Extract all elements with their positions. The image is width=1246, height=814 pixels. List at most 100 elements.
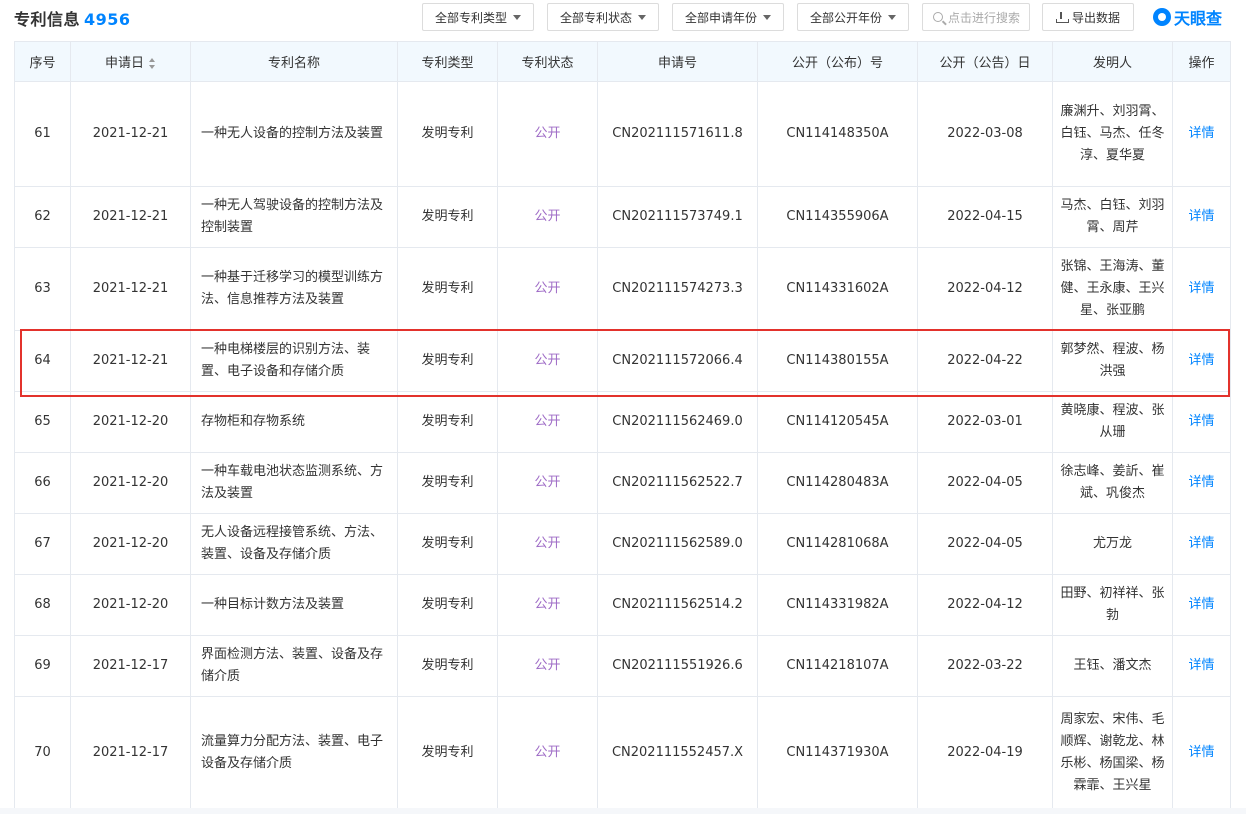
detail-link[interactable]: 详情 [1172, 186, 1231, 248]
table-row: 68 2021-12-20 一种目标计数方法及装置 发明专利 公开 CN2021… [14, 574, 1231, 636]
table-header-row: 序号 申请日 专利名称 专利类型 专利状态 申请号 公开（公布）号 公开（公告）… [14, 41, 1231, 82]
col-header-status: 专利状态 [497, 41, 598, 82]
filter-publication-year[interactable]: 全部公开年份 [797, 3, 909, 31]
page-bottom-edge [0, 808, 1246, 814]
cell-status: 公开 [497, 391, 598, 453]
filter-patent-status[interactable]: 全部专利状态 [547, 3, 659, 31]
cell-status: 公开 [497, 81, 598, 187]
filter-application-year[interactable]: 全部申请年份 [672, 3, 784, 31]
cell-no: 63 [14, 247, 71, 331]
cell-app-no: CN202111552457.X [597, 696, 758, 809]
cell-type: 发明专利 [397, 391, 498, 453]
cell-date: 2021-12-21 [70, 330, 191, 392]
cell-type: 发明专利 [397, 452, 498, 514]
sort-icon[interactable] [149, 58, 156, 69]
table-row: 62 2021-12-21 一种无人驾驶设备的控制方法及控制装置 发明专利 公开… [14, 186, 1231, 248]
col-header-pub-date: 公开（公告）日 [917, 41, 1053, 82]
cell-pub-date: 2022-04-22 [917, 330, 1053, 392]
cell-inventors: 廉渊升、刘羽霄、白钰、马杰、任冬淳、夏华夏 [1052, 81, 1173, 187]
cell-date: 2021-12-20 [70, 513, 191, 575]
cell-inventors: 田野、初祥祥、张勃 [1052, 574, 1173, 636]
cell-status: 公开 [497, 186, 598, 248]
detail-link[interactable]: 详情 [1172, 574, 1231, 636]
detail-link[interactable]: 详情 [1172, 452, 1231, 514]
col-header-date[interactable]: 申请日 [70, 41, 191, 82]
cell-type: 发明专利 [397, 186, 498, 248]
filter-patent-type[interactable]: 全部专利类型 [422, 3, 534, 31]
cell-app-no: CN202111571611.8 [597, 81, 758, 187]
cell-pub-no: CN114331982A [757, 574, 918, 636]
cell-pub-date: 2022-03-22 [917, 635, 1053, 697]
filter-label: 全部专利状态 [559, 10, 632, 25]
toolbar: 专利信息 4956 全部专利类型 全部专利状态 全部申请年份 全部公开年份 点击进… [0, 0, 1246, 36]
cell-no: 70 [14, 696, 71, 809]
cell-pub-date: 2022-04-05 [917, 513, 1053, 575]
detail-link[interactable]: 详情 [1172, 330, 1231, 392]
chevron-down-icon [888, 14, 896, 20]
detail-link[interactable]: 详情 [1172, 696, 1231, 809]
cell-pub-no: CN114331602A [757, 247, 918, 331]
cell-type: 发明专利 [397, 330, 498, 392]
cell-name: 无人设备远程接管系统、方法、装置、设备及存储介质 [190, 513, 398, 575]
patent-count: 4956 [84, 10, 131, 29]
cell-name: 界面检测方法、装置、设备及存储介质 [190, 635, 398, 697]
cell-name: 一种车载电池状态监测系统、方法及装置 [190, 452, 398, 514]
cell-status: 公开 [497, 513, 598, 575]
cell-no: 66 [14, 452, 71, 514]
table-row: 67 2021-12-20 无人设备远程接管系统、方法、装置、设备及存储介质 发… [14, 513, 1231, 575]
logo: 天眼查 [1153, 5, 1222, 29]
logo-icon [1153, 8, 1171, 26]
cell-inventors: 周家宏、宋伟、毛顺辉、谢乾龙、林乐彬、杨国梁、杨霖霏、王兴星 [1052, 696, 1173, 809]
cell-status: 公开 [497, 330, 598, 392]
cell-app-no: CN202111572066.4 [597, 330, 758, 392]
download-icon [1055, 11, 1069, 23]
cell-type: 发明专利 [397, 247, 498, 331]
page-title: 专利信息 4956 [14, 6, 131, 30]
export-label: 导出数据 [1071, 10, 1120, 25]
cell-date: 2021-12-20 [70, 574, 191, 636]
cell-type: 发明专利 [397, 513, 498, 575]
cell-date: 2021-12-21 [70, 81, 191, 187]
cell-inventors: 郭梦然、程波、杨洪强 [1052, 330, 1173, 392]
logo-text: 天眼查 [1174, 9, 1223, 28]
cell-no: 61 [14, 81, 71, 187]
cell-app-no: CN202111574273.3 [597, 247, 758, 331]
detail-link[interactable]: 详情 [1172, 81, 1231, 187]
detail-link[interactable]: 详情 [1172, 513, 1231, 575]
detail-link[interactable]: 详情 [1172, 391, 1231, 453]
export-button[interactable]: 导出数据 [1042, 3, 1134, 31]
cell-pub-date: 2022-04-15 [917, 186, 1053, 248]
chevron-down-icon [763, 14, 771, 20]
table-row: 65 2021-12-20 存物柜和存物系统 发明专利 公开 CN2021115… [14, 391, 1231, 453]
filter-label: 全部申请年份 [684, 10, 757, 25]
cell-pub-no: CN114280483A [757, 452, 918, 514]
cell-type: 发明专利 [397, 696, 498, 809]
title-text: 专利信息 [14, 10, 81, 29]
cell-name: 一种电梯楼层的识别方法、装置、电子设备和存储介质 [190, 330, 398, 392]
col-header-inventors: 发明人 [1052, 41, 1173, 82]
detail-link[interactable]: 详情 [1172, 247, 1231, 331]
cell-app-no: CN202111562522.7 [597, 452, 758, 514]
cell-pub-no: CN114380155A [757, 330, 918, 392]
cell-status: 公开 [497, 696, 598, 809]
cell-date: 2021-12-21 [70, 186, 191, 248]
cell-no: 67 [14, 513, 71, 575]
filter-label: 全部公开年份 [809, 10, 882, 25]
cell-app-no: CN202111562589.0 [597, 513, 758, 575]
cell-status: 公开 [497, 452, 598, 514]
cell-name: 存物柜和存物系统 [190, 391, 398, 453]
col-header-op: 操作 [1172, 41, 1231, 82]
cell-inventors: 张锦、王海涛、董健、王永康、王兴星、张亚鹏 [1052, 247, 1173, 331]
cell-date: 2021-12-20 [70, 391, 191, 453]
cell-name: 流量算力分配方法、装置、电子设备及存储介质 [190, 696, 398, 809]
cell-date: 2021-12-20 [70, 452, 191, 514]
cell-name: 一种目标计数方法及装置 [190, 574, 398, 636]
cell-date: 2021-12-21 [70, 247, 191, 331]
detail-link[interactable]: 详情 [1172, 635, 1231, 697]
cell-app-no: CN202111573749.1 [597, 186, 758, 248]
table-row: 61 2021-12-21 一种无人设备的控制方法及装置 发明专利 公开 CN2… [14, 81, 1231, 187]
search-input[interactable]: 点击进行搜索 [922, 3, 1030, 31]
cell-name: 一种无人设备的控制方法及装置 [190, 81, 398, 187]
table-row: 70 2021-12-17 流量算力分配方法、装置、电子设备及存储介质 发明专利… [14, 696, 1231, 809]
cell-pub-date: 2022-03-08 [917, 81, 1053, 187]
